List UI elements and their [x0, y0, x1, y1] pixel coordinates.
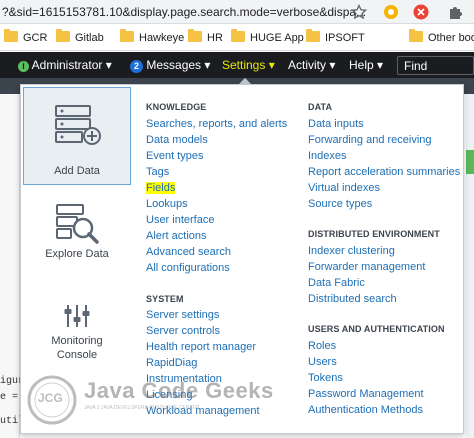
close-icon[interactable] [412, 3, 430, 21]
add-data-icon [54, 104, 102, 151]
find-box [397, 56, 474, 75]
folder-icon [306, 29, 320, 42]
system-heading: SYSTEM [146, 294, 184, 304]
puzzle-icon[interactable] [446, 3, 464, 21]
find-input[interactable] [398, 57, 473, 75]
knowledge-heading: KNOWLEDGE [146, 102, 207, 112]
monitoring-console-label-line1: Monitoring [51, 335, 103, 347]
admin-menu[interactable]: i Administrator ▾ [18, 58, 112, 72]
menu-link-searches-reports-alerts[interactable]: Searches, reports, and alerts [146, 118, 287, 130]
background-page-edge [466, 94, 474, 438]
bookmark-item[interactable]: GCR [4, 29, 47, 44]
menu-link-password-management[interactable]: Password Management [308, 388, 424, 400]
star-icon[interactable] [350, 3, 368, 21]
menu-link-rapiddiag[interactable]: RapidDiag [146, 357, 197, 369]
menu-link-forwarding-receiving[interactable]: Forwarding and receiving [308, 134, 432, 146]
folder-icon [409, 29, 423, 42]
url-text[interactable]: ?&sid=1615153781.10&display.page.search.… [2, 5, 366, 19]
distributed-environment-heading: DISTRIBUTED ENVIRONMENT [308, 229, 440, 239]
watermark: JCG Java Code Geeks JAVA 2 JAVA DEVELOPE… [22, 372, 273, 432]
help-menu[interactable]: Help ▾ [349, 58, 383, 72]
add-data-tile[interactable]: Add Data [23, 87, 131, 185]
menu-link-report-acceleration-summaries[interactable]: Report acceleration summaries [308, 166, 460, 178]
folder-icon [4, 29, 18, 42]
bookmark-item[interactable]: Gitlab [56, 29, 104, 44]
menu-link-tags[interactable]: Tags [146, 166, 169, 178]
menu-link-authentication-methods[interactable]: Authentication Methods [308, 404, 423, 416]
menu-link-data-fabric[interactable]: Data Fabric [308, 277, 365, 289]
menu-link-all-configurations[interactable]: All configurations [146, 262, 230, 274]
menu-link-alert-actions[interactable]: Alert actions [146, 230, 207, 242]
bookmark-item[interactable]: IPSOFT [306, 29, 365, 44]
menu-link-data-models[interactable]: Data models [146, 134, 208, 146]
menu-link-virtual-indexes[interactable]: Virtual indexes [308, 182, 380, 194]
folder-icon [188, 29, 202, 42]
browser-address-bar[interactable]: ?&sid=1615153781.10&display.page.search.… [0, 0, 474, 24]
menu-link-server-settings[interactable]: Server settings [146, 309, 219, 321]
activity-menu[interactable]: Activity ▾ [288, 58, 335, 72]
monitoring-console-label-line2: Console [56, 349, 98, 361]
menu-link-data-inputs[interactable]: Data inputs [308, 118, 364, 130]
menu-link-health-report-manager[interactable]: Health report manager [146, 341, 256, 353]
add-data-label: Add Data [54, 165, 100, 177]
watermark-logo-text: JCG [38, 391, 63, 405]
watermark-tagline: JAVA 2 JAVA DEVELOPERS RESOURCE CENTER [84, 405, 200, 411]
info-icon: i [18, 61, 29, 72]
menu-link-event-types[interactable]: Event types [146, 150, 203, 162]
menu-link-fields[interactable]: Fields [146, 182, 176, 194]
sliders-icon [63, 303, 91, 334]
menu-link-distributed-search[interactable]: Distributed search [308, 293, 397, 305]
messages-menu[interactable]: 2 Messages ▾ [130, 58, 210, 73]
explore-data-label: Explore Data [45, 248, 109, 260]
folder-icon [231, 29, 245, 42]
menu-link-advanced-search[interactable]: Advanced search [146, 246, 231, 258]
folder-icon [120, 29, 134, 42]
menu-link-lookups[interactable]: Lookups [146, 198, 188, 210]
bookmark-item[interactable]: Other bool [409, 29, 474, 44]
settings-menu[interactable]: Settings ▾ [222, 58, 275, 72]
bookmark-item[interactable]: Hawkeye [120, 29, 184, 44]
menu-link-users[interactable]: Users [308, 356, 337, 368]
explore-data-icon [55, 203, 101, 252]
menu-link-user-interface[interactable]: User interface [146, 214, 214, 226]
menu-link-indexer-clustering[interactable]: Indexer clustering [308, 245, 395, 257]
menu-link-forwarder-management[interactable]: Forwarder management [308, 261, 425, 273]
menu-link-source-types[interactable]: Source types [308, 198, 372, 210]
menu-link-indexes[interactable]: Indexes [308, 150, 347, 162]
folder-icon [56, 29, 70, 42]
data-heading: DATA [308, 102, 333, 112]
users-authentication-heading: USERS AND AUTHENTICATION [308, 324, 445, 334]
bookmark-item[interactable]: HUGE App [231, 29, 304, 44]
menu-link-roles[interactable]: Roles [308, 340, 336, 352]
messages-count-badge: 2 [130, 60, 143, 73]
menu-link-server-controls[interactable]: Server controls [146, 325, 220, 337]
bookmarks-bar: GCR Gitlab Hawkeye HR HUGE App IPSOFT Ot… [0, 25, 474, 51]
background-green-button [466, 150, 474, 174]
watermark-brand: Java Code Geeks [84, 378, 274, 403]
extension-icon[interactable] [382, 3, 400, 21]
bookmark-item[interactable]: HR [188, 29, 223, 44]
explore-data-tile[interactable]: Explore Data [23, 189, 131, 287]
menu-link-tokens[interactable]: Tokens [308, 372, 343, 384]
